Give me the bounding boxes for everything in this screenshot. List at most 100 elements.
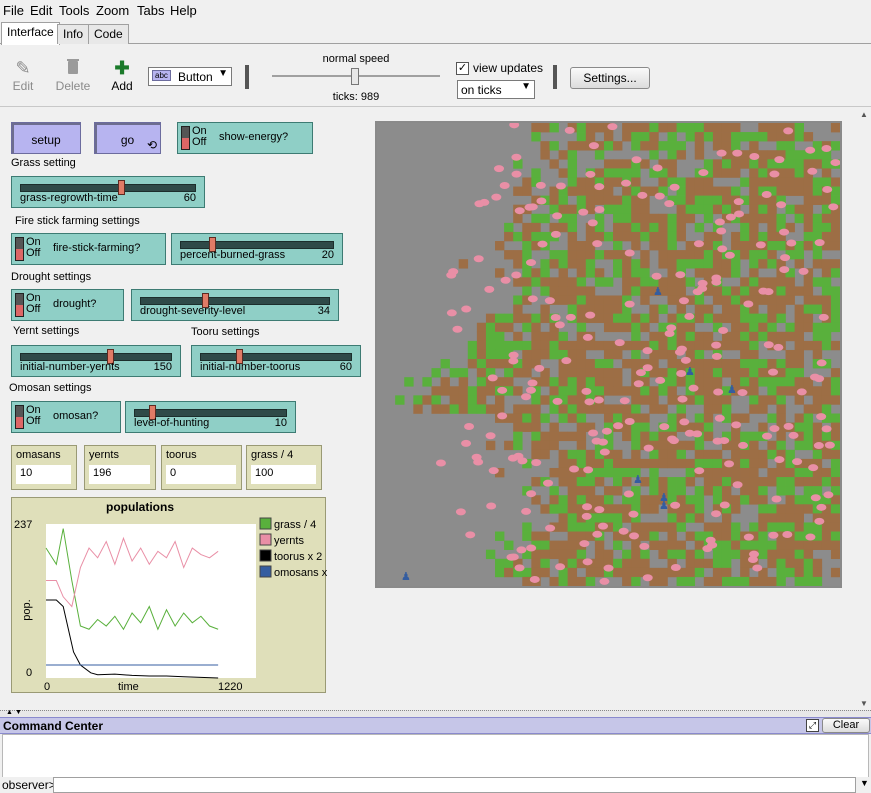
monitor-value: 196 bbox=[89, 465, 150, 484]
view-updates-label: view updates bbox=[473, 61, 544, 75]
slider-label: initial-number-toorus bbox=[200, 361, 301, 373]
scroll-up-icon[interactable]: ▲ bbox=[860, 110, 868, 119]
switch-off-label: Off bbox=[26, 415, 41, 427]
grass-regrowth-slider[interactable]: grass-regrowth-time 60 bbox=[11, 176, 205, 208]
view-updates-checkbox[interactable]: ✓ bbox=[456, 62, 469, 75]
switch-off-label: Off bbox=[26, 303, 41, 315]
slider-label: grass-regrowth-time bbox=[20, 192, 118, 204]
drought-switch[interactable]: On Off drought? bbox=[11, 289, 124, 321]
slider-value: 34 bbox=[317, 305, 330, 317]
chevron-down-icon[interactable]: ▼ bbox=[860, 778, 869, 788]
switch-toggle[interactable] bbox=[15, 237, 24, 261]
menu-file[interactable]: File bbox=[3, 3, 24, 18]
plot-area bbox=[46, 524, 256, 678]
add-button[interactable]: ✚ Add bbox=[102, 57, 142, 93]
slider-value: 20 bbox=[321, 249, 334, 261]
scroll-down-icon[interactable]: ▼ bbox=[860, 699, 868, 708]
omosan-switch[interactable]: On Off omosan? bbox=[11, 401, 121, 433]
go-button[interactable]: go ⟲ bbox=[94, 122, 161, 154]
show-energy-switch[interactable]: On Off show-energy? bbox=[177, 122, 313, 154]
svg-text:♟: ♟ bbox=[653, 285, 663, 298]
switch-label: show-energy? bbox=[219, 131, 289, 143]
tab-code[interactable]: Code bbox=[88, 24, 129, 44]
slider-value: 60 bbox=[183, 192, 196, 204]
slider-value: 10 bbox=[274, 417, 287, 429]
plus-icon: ✚ bbox=[114, 58, 130, 78]
monitor-label: grass / 4 bbox=[251, 449, 294, 461]
world-view[interactable]: ♟ ♟ ♟ ♟ ♟ ♟ ♟ bbox=[375, 121, 842, 588]
delete-label: Delete bbox=[55, 79, 91, 93]
legend-label-2: toorus x 2 bbox=[274, 551, 322, 563]
menu-edit[interactable]: Edit bbox=[30, 3, 52, 18]
setup-button[interactable]: setup bbox=[11, 122, 81, 154]
svg-text:♟: ♟ bbox=[401, 570, 411, 583]
grass-monitor: grass / 4 100 bbox=[246, 445, 322, 490]
maximize-icon[interactable]: ⤢ bbox=[806, 719, 819, 732]
percent-burned-grass-slider[interactable]: percent-burned-grass 20 bbox=[171, 233, 343, 265]
widget-type-icon: abc bbox=[152, 70, 171, 81]
speed-slider-thumb[interactable] bbox=[351, 68, 359, 85]
command-center-header: Command Center ⤢ Clear bbox=[0, 717, 871, 734]
speed-label: normal speed bbox=[322, 53, 390, 65]
interface-scrollbar[interactable]: ▲ ▼ bbox=[858, 110, 871, 708]
widget-type-value: Button bbox=[178, 70, 213, 84]
legend-label-0: grass / 4 bbox=[274, 519, 316, 531]
fire-stick-farming-switch[interactable]: On Off fire-stick-farming? bbox=[11, 233, 166, 265]
update-mode-select[interactable]: on ticks ▼ bbox=[457, 80, 535, 99]
slider-value: 60 bbox=[339, 361, 352, 373]
menu-help[interactable]: Help bbox=[170, 3, 197, 18]
legend-swatch-2 bbox=[259, 549, 272, 562]
toolbar-divider bbox=[553, 65, 557, 89]
y-axis-label: pop. bbox=[21, 599, 33, 620]
legend-swatch-0 bbox=[259, 517, 272, 530]
drought-severity-slider[interactable]: drought-severity-level 34 bbox=[131, 289, 339, 321]
command-output bbox=[2, 734, 869, 778]
monitor-label: toorus bbox=[166, 449, 197, 461]
level-of-hunting-slider[interactable]: level-of-hunting 10 bbox=[125, 401, 296, 433]
tab-info[interactable]: Info bbox=[57, 24, 90, 44]
collapse-down-icon[interactable]: ▼ bbox=[15, 709, 22, 716]
chevron-down-icon: ▼ bbox=[218, 68, 228, 79]
collapse-up-icon[interactable]: ▲ bbox=[6, 709, 13, 716]
toorus-monitor: toorus 0 bbox=[161, 445, 242, 490]
clear-button[interactable]: Clear bbox=[822, 718, 870, 733]
switch-off-label: Off bbox=[26, 247, 41, 259]
monitor-label: yernts bbox=[89, 449, 119, 461]
switch-off-label: Off bbox=[192, 136, 207, 148]
menu-tabs[interactable]: Tabs bbox=[137, 3, 164, 18]
observer-prompt[interactable]: observer> bbox=[2, 778, 56, 792]
delete-button[interactable]: Delete bbox=[53, 57, 93, 93]
svg-text:♟: ♟ bbox=[633, 473, 643, 486]
slider-label: drought-severity-level bbox=[140, 305, 246, 317]
svg-text:♟: ♟ bbox=[727, 383, 737, 396]
settings-button[interactable]: Settings... bbox=[570, 67, 650, 89]
plot-canvas: 237 00 1220 time pop. grass / 4 yernts toorus x… bbox=[14, 517, 327, 693]
y-max-tick-label: 237 bbox=[14, 519, 32, 531]
world-canvas[interactable]: ♟♟♟♟♟♟♟ bbox=[377, 123, 840, 586]
y-min-tick-label: 0 bbox=[26, 667, 32, 679]
edit-button[interactable]: ✎ Edit bbox=[3, 57, 43, 93]
slider-label: initial-number-yernts bbox=[20, 361, 120, 373]
tab-interface[interactable]: Interface bbox=[1, 22, 60, 45]
legend-swatch-1 bbox=[259, 533, 272, 546]
switch-toggle[interactable] bbox=[181, 126, 190, 150]
command-input[interactable] bbox=[53, 777, 856, 793]
slider-label: level-of-hunting bbox=[134, 417, 210, 429]
switch-label: fire-stick-farming? bbox=[53, 242, 141, 254]
fire-section-label: Fire stick farming settings bbox=[15, 215, 140, 227]
initial-yernts-slider[interactable]: initial-number-yernts 150 bbox=[11, 345, 181, 377]
switch-toggle[interactable] bbox=[15, 293, 24, 317]
yernt-section-label: Yernt settings bbox=[13, 325, 80, 337]
switch-toggle[interactable] bbox=[15, 405, 24, 429]
setup-label: setup bbox=[31, 133, 61, 147]
initial-toorus-slider[interactable]: initial-number-toorus 60 bbox=[191, 345, 361, 377]
menu-zoom[interactable]: Zoom bbox=[96, 3, 129, 18]
slider-label: percent-burned-grass bbox=[180, 249, 286, 261]
ticks-counter: ticks: 989 bbox=[332, 91, 380, 103]
tooru-section-label: Tooru settings bbox=[191, 326, 260, 338]
slider-thumb[interactable] bbox=[118, 180, 126, 195]
menu-tools[interactable]: Tools bbox=[59, 3, 89, 18]
tab-strip: Interface Info Code bbox=[0, 22, 871, 45]
switch-label: drought? bbox=[53, 298, 97, 310]
widget-type-select[interactable]: abc Button ▼ bbox=[148, 67, 232, 86]
